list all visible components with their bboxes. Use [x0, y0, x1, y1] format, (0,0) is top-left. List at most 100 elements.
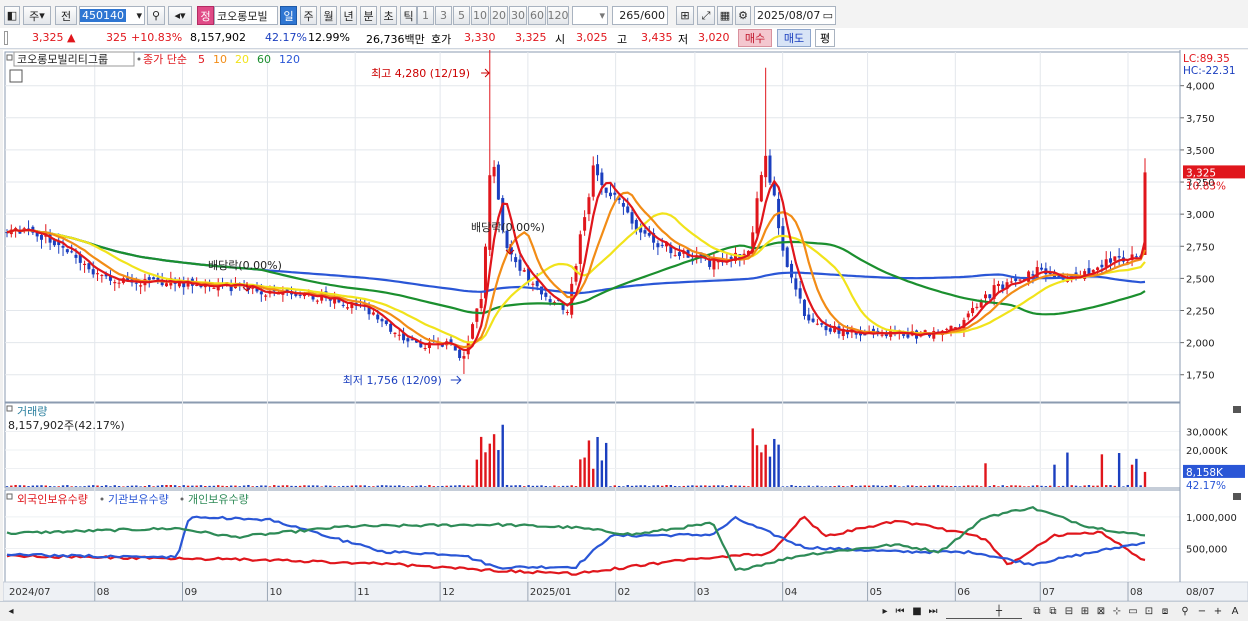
interval-tab[interactable]: 5: [453, 6, 470, 25]
scroll-left-icon[interactable]: ◂: [5, 604, 17, 619]
volume-bar: [143, 486, 147, 487]
interval-tab[interactable]: 120: [547, 6, 569, 25]
export-icon[interactable]: ⧈: [1158, 604, 1172, 619]
dividend-annotation: 배당락(0.00%): [208, 259, 282, 272]
volume-value: 8,157,902: [190, 31, 246, 44]
crosshair-icon[interactable]: ⊹: [1110, 604, 1124, 619]
stock-chart[interactable]: 2024/07 08 09 10 11 12 2025/01 02 03 04 05 06 07 08 08…: [3, 50, 1248, 601]
search-icon[interactable]: ⚲: [147, 6, 165, 25]
period-tab[interactable]: 초: [380, 6, 397, 25]
volume-bar: [415, 485, 418, 487]
interval-tab[interactable]: 3: [435, 6, 452, 25]
volume-bar: [553, 485, 556, 487]
prev-tab[interactable]: 전: [55, 6, 77, 25]
volume-bar: [928, 485, 931, 487]
font-size-icon[interactable]: A: [1228, 604, 1242, 619]
volume-bar: [971, 485, 974, 487]
y-tick-label: 1,750: [1186, 371, 1215, 382]
fast-forward-icon[interactable]: ⏭: [926, 604, 940, 619]
draw-icon[interactable]: ⤢: [697, 6, 715, 25]
volume-bar: [837, 485, 841, 487]
period-tab[interactable]: 년: [340, 6, 357, 25]
volume-bar: [277, 485, 280, 487]
volume-bar: [92, 485, 95, 487]
candle-body: [673, 255, 677, 257]
period-tab[interactable]: 일: [280, 6, 297, 25]
buy-button[interactable]: 매수: [738, 29, 772, 47]
minus-icon[interactable]: −: [1196, 604, 1208, 619]
interval-tab[interactable]: 60: [528, 6, 546, 25]
sell-button[interactable]: 매도: [777, 29, 811, 47]
gear-icon[interactable]: ⚙: [735, 6, 751, 25]
layout-icon[interactable]: ⊟: [1062, 604, 1076, 619]
volume-bar: [126, 485, 129, 487]
volume-bar: [1079, 486, 1082, 487]
volume-bar: [1122, 486, 1125, 487]
zoom-slider[interactable]: ┼: [946, 604, 1022, 619]
volume-bar: [807, 485, 810, 487]
eval-button[interactable]: 평: [815, 29, 835, 47]
volume-bar: [505, 484, 509, 487]
stop-icon[interactable]: ■: [910, 604, 924, 619]
chart-scrollbar[interactable]: ◂ ▸ ⏮ ■ ⏭ ┼ ⧉ ⧉ ⊟ ⊞ ⊠ ⊹ ▭ ⊡ ⧈ ⚲ − + A: [0, 601, 1248, 621]
calendar-icon[interactable]: ▭: [823, 9, 833, 22]
market-tab[interactable]: 주 ▾: [23, 6, 51, 25]
rewind-icon[interactable]: ⏮: [893, 604, 907, 619]
window-icon[interactable]: ▭: [1126, 604, 1140, 619]
volume-bar: [290, 485, 293, 487]
candle-body: [794, 278, 798, 290]
indicator-icon[interactable]: ⊠: [1094, 604, 1108, 619]
x-tick-label: 03: [697, 587, 710, 598]
code-input[interactable]: 450140 ▾: [79, 6, 145, 25]
window-icon[interactable]: ◧: [4, 6, 20, 25]
interval-tab[interactable]: 30: [509, 6, 527, 25]
volume-bar: [122, 486, 125, 487]
y-tick-label: 3,000: [1186, 210, 1215, 221]
candle-body: [39, 235, 43, 240]
volume-bar: [247, 484, 250, 487]
volume-bar: [747, 486, 750, 487]
period-tab[interactable]: 월: [320, 6, 337, 25]
zoom-icon[interactable]: ⚲: [1178, 604, 1192, 619]
ma-legend-period: 10: [213, 53, 227, 66]
volume-bar: [777, 444, 780, 487]
volume-bar: [492, 434, 496, 487]
volume-bar: [514, 485, 517, 487]
candle-body: [1096, 267, 1100, 271]
volume-bar: [217, 485, 220, 487]
table-icon[interactable]: ▦: [717, 6, 733, 25]
period-tab[interactable]: 분: [360, 6, 377, 25]
volume-bar: [501, 424, 504, 487]
count-field[interactable]: 265/600: [612, 6, 668, 25]
volume-bar: [234, 485, 237, 487]
x-tick-label: 08: [1130, 587, 1143, 598]
volume-bar: [18, 485, 22, 487]
y-tick-label: 3,500: [1186, 146, 1215, 157]
play-icon[interactable]: ▸: [878, 604, 892, 619]
interval-tab[interactable]: 1: [417, 6, 434, 25]
grid-icon[interactable]: ⊞: [1078, 604, 1092, 619]
date-field[interactable]: 2025/08/07 ▭: [754, 6, 836, 25]
volume-bar: [268, 486, 272, 487]
volume-bar: [911, 485, 914, 487]
compare-icon[interactable]: ⊞: [676, 6, 694, 25]
split-icon[interactable]: ⧉: [1046, 604, 1060, 619]
ma-legend-period: 60: [257, 53, 271, 66]
panel-icon[interactable]: ⊡: [1142, 604, 1156, 619]
period-tab[interactable]: 주: [300, 6, 317, 25]
table-icon: [9, 69, 23, 83]
interval-tab[interactable]: 10: [471, 6, 489, 25]
chevron-down-icon[interactable]: ▾: [136, 9, 144, 22]
date-value: 2025/08/07: [757, 9, 821, 22]
volume-bar: [626, 485, 629, 487]
interval-dropdown[interactable]: ▾: [572, 6, 608, 25]
speaker-icon[interactable]: ◂▾: [168, 6, 192, 25]
copy-icon[interactable]: ⧉: [1030, 604, 1044, 619]
volume-bar: [544, 485, 548, 487]
candle-body: [906, 334, 910, 338]
volume-bar: [997, 486, 1000, 487]
candle-body: [113, 282, 117, 284]
plus-icon[interactable]: +: [1212, 604, 1224, 619]
interval-tab[interactable]: 20: [490, 6, 508, 25]
period-tab[interactable]: 틱: [400, 6, 417, 25]
